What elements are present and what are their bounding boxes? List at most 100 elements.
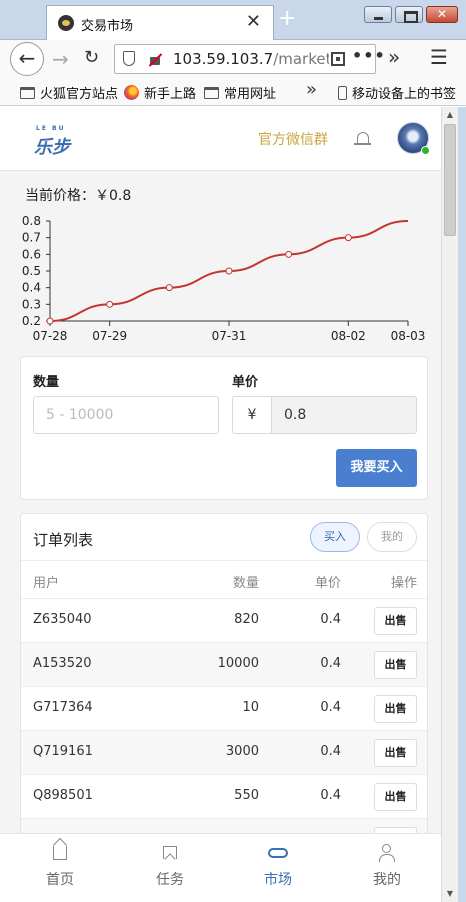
bookmark-common-sites[interactable]: 常用网址	[204, 83, 276, 102]
url-text[interactable]: 103.59.103.7/market.ht	[173, 50, 329, 68]
insecure-lock-icon[interactable]	[148, 51, 162, 67]
window-maximize-button[interactable]	[395, 6, 423, 23]
x-tick-label: 08-02	[331, 329, 366, 343]
row-quantity: 820	[234, 612, 259, 627]
price-line-chart: 0.2 0.3 0.4 0.5 0.6 0.7 0.8 07-28 07-29 07-31 08-0…	[22, 214, 426, 343]
y-tick-label: 0.5	[22, 264, 41, 278]
bookmarks-toolbar: 火狐官方站点 新手上路 常用网址 » 移动设备上的书签	[0, 78, 466, 106]
scroll-down-arrow-icon[interactable]: ▼	[442, 886, 458, 902]
scroll-up-arrow-icon[interactable]: ▲	[442, 107, 458, 123]
price-data-point	[285, 250, 293, 258]
online-status-dot	[421, 146, 430, 155]
unit-price-field: 0.8	[271, 396, 417, 434]
buy-form-card: 数量 单价 ¥ 0.8 我要买入	[20, 356, 428, 500]
row-quantity: 550	[234, 788, 259, 803]
quantity-input[interactable]	[33, 396, 219, 434]
quantity-label: 数量	[33, 375, 60, 390]
site-favicon-icon	[58, 15, 74, 31]
sell-button[interactable]: 出售	[374, 739, 417, 767]
tab-label: 我的	[373, 872, 401, 888]
forward-arrow-icon[interactable]: →	[52, 47, 69, 71]
sell-button[interactable]: 出售	[374, 651, 417, 679]
tab-label: 任务	[156, 872, 184, 888]
row-price: 0.4	[320, 744, 341, 759]
qr-code-icon[interactable]	[331, 52, 345, 66]
page-scrollbar[interactable]: ▲ ▼	[441, 107, 458, 902]
bookmark-label: 火狐官方站点	[40, 87, 119, 102]
tracking-shield-icon[interactable]	[123, 51, 135, 66]
sell-button[interactable]: 出售	[374, 695, 417, 723]
sell-button[interactable]: 出售	[374, 783, 417, 811]
new-tab-plus-icon[interactable]: +	[278, 8, 296, 30]
lebu-logo[interactable]: LE BU 乐步	[30, 119, 80, 159]
browser-titlebar: 交易市场 ✕ +	[0, 0, 466, 40]
browser-navbar: ← → ↻ 103.59.103.7/market.ht ••• » ☰	[0, 40, 466, 78]
back-arrow-icon[interactable]: ←	[10, 42, 44, 76]
header-action: 操作	[390, 576, 417, 591]
price-data-point	[165, 284, 173, 292]
price-data-point	[344, 234, 352, 242]
y-tick-label: 0.7	[22, 231, 41, 245]
row-user: Q719161	[33, 744, 93, 759]
table-row: Q898501 550 0.4 出售	[21, 775, 427, 819]
browser-tab[interactable]: 交易市场 ✕	[46, 5, 274, 40]
page-actions-icon[interactable]: •••	[352, 46, 386, 65]
mobile-device-icon	[338, 85, 347, 100]
order-table-header: 用户 数量 单价 操作	[21, 560, 427, 599]
row-price: 0.4	[320, 656, 341, 671]
bookmark-icon	[163, 846, 177, 859]
price-data-point	[106, 300, 114, 308]
url-bar[interactable]: 103.59.103.7/market.ht •••	[114, 44, 385, 74]
reload-icon[interactable]: ↻	[84, 47, 99, 68]
tab-tasks[interactable]: 任务	[115, 834, 225, 902]
url-host: 103.59.103.7	[173, 50, 274, 68]
window-close-button[interactable]	[426, 6, 458, 23]
row-quantity: 10	[242, 700, 259, 715]
overflow-chevron-icon[interactable]: »	[388, 45, 400, 69]
filter-mine-tab[interactable]: 我的	[367, 522, 417, 552]
buy-button[interactable]: 我要买入	[336, 449, 417, 487]
folder-icon	[20, 86, 35, 99]
logo-main-text: 乐步	[34, 137, 70, 158]
row-quantity: 10000	[217, 656, 259, 671]
tab-market[interactable]: 市场	[223, 834, 333, 902]
header-quantity: 数量	[232, 576, 259, 591]
header-user: 用户	[33, 576, 60, 591]
row-price: 0.4	[320, 788, 341, 803]
bookmarks-overflow-icon[interactable]: »	[306, 79, 317, 100]
tab-mine[interactable]: 我的	[332, 834, 441, 902]
x-tick-label: 07-28	[33, 329, 68, 343]
unit-price-label: 单价	[232, 375, 259, 390]
tab-close-icon[interactable]: ✕	[246, 13, 261, 31]
bookmark-mobile[interactable]: 移动设备上的书签	[338, 83, 456, 102]
table-row: A153520 10000 0.4 出售	[21, 643, 427, 687]
window-controls	[364, 6, 458, 23]
url-path: /market.ht	[273, 50, 329, 68]
sell-button[interactable]: 出售	[374, 607, 417, 635]
bookmark-label: 新手上路	[144, 87, 197, 102]
scroll-thumb[interactable]	[444, 124, 456, 236]
y-tick-label: 0.2	[22, 314, 41, 328]
filter-buy-tab[interactable]: 买入	[310, 522, 360, 552]
window-minimize-button[interactable]	[364, 6, 392, 23]
app-header: LE BU 乐步 官方微信群	[0, 107, 441, 171]
current-price-label: 当前价格：￥0.8	[25, 188, 132, 204]
hamburger-menu-icon[interactable]: ☰	[430, 45, 448, 69]
tab-home[interactable]: 首页	[5, 834, 115, 902]
x-tick-label: 07-29	[92, 329, 127, 343]
row-user: A153520	[33, 656, 92, 671]
price-chart-section: 当前价格：￥0.8 0.2 0.3 0.4 0.5 0.6 0.7 0.8 07-28 07-2…	[0, 171, 441, 351]
window-frame-edge	[458, 107, 466, 902]
table-row: Q719161 3000 0.4 出售	[21, 731, 427, 775]
currency-prefix: ¥	[232, 396, 272, 434]
bookmark-firefox-official[interactable]: 火狐官方站点	[20, 83, 118, 102]
y-tick-label: 0.6	[22, 247, 41, 261]
bookmark-getting-started[interactable]: 新手上路	[124, 83, 196, 102]
table-row: G717364 10 0.4 出售	[21, 687, 427, 731]
y-tick-label: 0.3	[22, 297, 41, 311]
bell-icon[interactable]	[354, 132, 371, 145]
order-list-title: 订单列表	[33, 531, 94, 549]
y-tick-label: 0.8	[22, 214, 41, 228]
page-viewport: LE BU 乐步 官方微信群 当前价格：￥0.8 0.2 0.3 0.4 0.5 0.6…	[0, 107, 441, 902]
official-wechat-group-link[interactable]: 官方微信群	[258, 129, 328, 149]
